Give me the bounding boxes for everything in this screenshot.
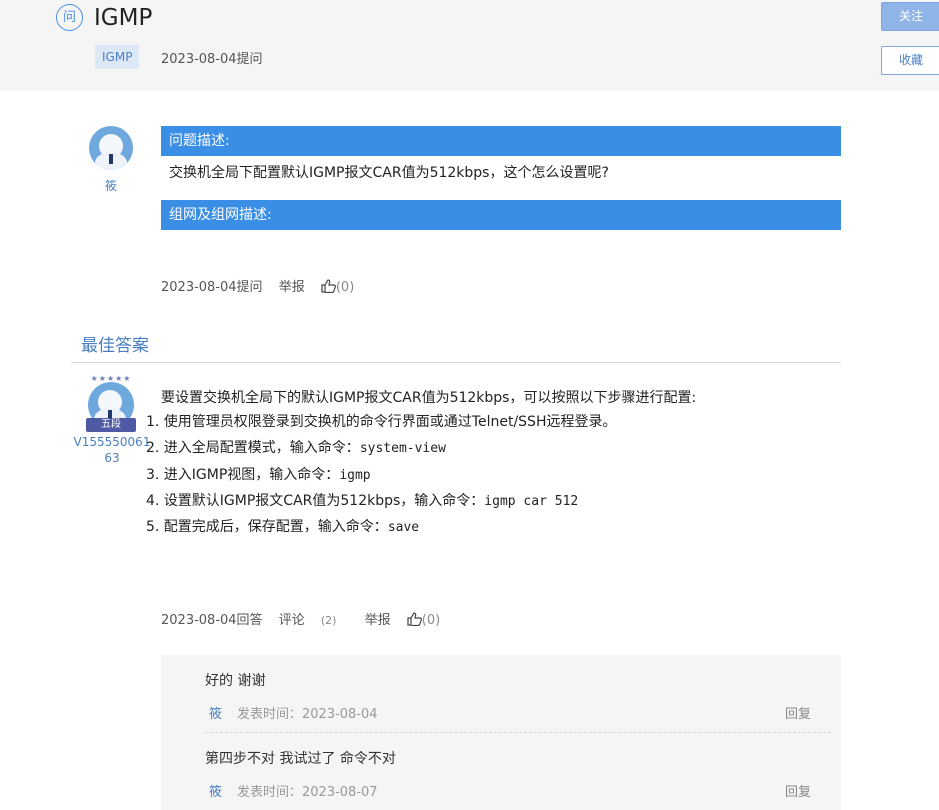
favorite-button[interactable]: 收藏	[881, 46, 939, 75]
answer-step: 5. 配置完成后，保存配置，输入命令：save	[146, 517, 616, 543]
answerer-name[interactable]: V15555006163	[70, 434, 154, 466]
reply-link[interactable]: 回复	[785, 703, 811, 722]
comment-text: 好的 谢谢	[205, 673, 266, 689]
thumbs-up-icon	[407, 612, 422, 626]
comment-user[interactable]: 筱	[209, 781, 222, 800]
avatar[interactable]	[89, 126, 133, 170]
section-divider	[71, 362, 841, 363]
answer-step: 4. 设置默认IGMP报文CAR值为512kbps，输入命令：igmp car …	[146, 491, 616, 517]
answer-intro: 要设置交换机全局下的默认IGMP报文CAR值为512kbps，可以按照以下步骤进…	[161, 390, 697, 406]
question-icon: 问	[56, 4, 83, 31]
like-count: (0)	[421, 613, 441, 628]
comment-count: (2)	[320, 614, 337, 627]
topic-tag[interactable]: IGMP	[95, 45, 140, 69]
question-author-name[interactable]: 筱	[105, 177, 117, 194]
comment-text: 第四步不对 我试过了 命令不对	[205, 751, 396, 767]
answer-step: 3. 进入IGMP视图，输入命令：igmp	[146, 465, 616, 491]
question-meta-date: 2023-08-04提问	[161, 280, 263, 295]
step-text: 1. 使用管理员权限登录到交换机的命令行界面或通过Telnet/SSH远程登录。	[146, 414, 617, 430]
best-answer-title: 最佳答案	[81, 336, 149, 356]
report-link[interactable]: 举报	[365, 613, 391, 628]
comment-divider	[205, 732, 831, 733]
avatar-tie	[109, 154, 113, 164]
question-description: 交换机全局下配置默认IGMP报文CAR值为512kbps，这个怎么设置呢?	[169, 165, 609, 181]
comment-time: 发表时间：2023-08-04	[237, 707, 378, 722]
desc-header: 问题描述:	[161, 126, 841, 156]
answerer-badge[interactable]: ★★★★★ 五段	[80, 374, 142, 434]
step-command: igmp	[339, 467, 371, 483]
step-text: 4. 设置默认IGMP报文CAR值为512kbps，输入命令：	[146, 492, 485, 509]
step-text: 5. 配置完成后，保存配置，输入命令：	[146, 519, 388, 536]
question-date: 2023-08-04提问	[161, 52, 263, 67]
step-command: igmp car 512	[484, 493, 579, 509]
answer-steps: 1. 使用管理员权限登录到交换机的命令行界面或通过Telnet/SSH远程登录。…	[146, 412, 616, 543]
step-command: save	[387, 520, 420, 536]
question-meta: 2023-08-04提问 举报 (0)	[161, 276, 378, 295]
comment-link[interactable]: 评论 (2)	[279, 613, 349, 628]
step-text: 3. 进入IGMP视图，输入命令：	[146, 466, 340, 483]
answer-step: 1. 使用管理员权限登录到交换机的命令行界面或通过Telnet/SSH远程登录。	[146, 412, 616, 438]
report-link[interactable]: 举报	[279, 280, 305, 295]
like-button[interactable]: (0)	[407, 612, 452, 628]
rank-ribbon: 五段	[86, 418, 136, 432]
like-count: (0)	[335, 280, 355, 295]
comment-time: 发表时间：2023-08-07	[237, 785, 378, 800]
reply-link[interactable]: 回复	[785, 781, 811, 800]
comments-panel: 好的 谢谢 筱 发表时间：2023-08-04 回复 第四步不对 我试过了 命令…	[161, 655, 841, 810]
comment-user[interactable]: 筱	[209, 703, 222, 722]
answer-step: 2. 进入全局配置模式，输入命令：system-view	[146, 438, 616, 464]
step-command: system-view	[359, 441, 446, 457]
answer-date: 2023-08-04回答	[161, 613, 263, 628]
page-title: IGMP	[94, 5, 153, 31]
answer-meta: 2023-08-04回答 评论 (2) 举报 (0)	[161, 609, 464, 628]
follow-button[interactable]: 关注	[881, 2, 939, 31]
step-text: 2. 进入全局配置模式，输入命令：	[146, 440, 360, 457]
thumbs-up-icon	[321, 279, 336, 293]
like-button[interactable]: (0)	[321, 279, 366, 295]
comment-label: 评论	[278, 613, 305, 628]
network-header: 组网及组网描述:	[161, 200, 841, 230]
question-header: 问 IGMP IGMP 2023-08-04提问 关注 收藏	[0, 0, 939, 91]
